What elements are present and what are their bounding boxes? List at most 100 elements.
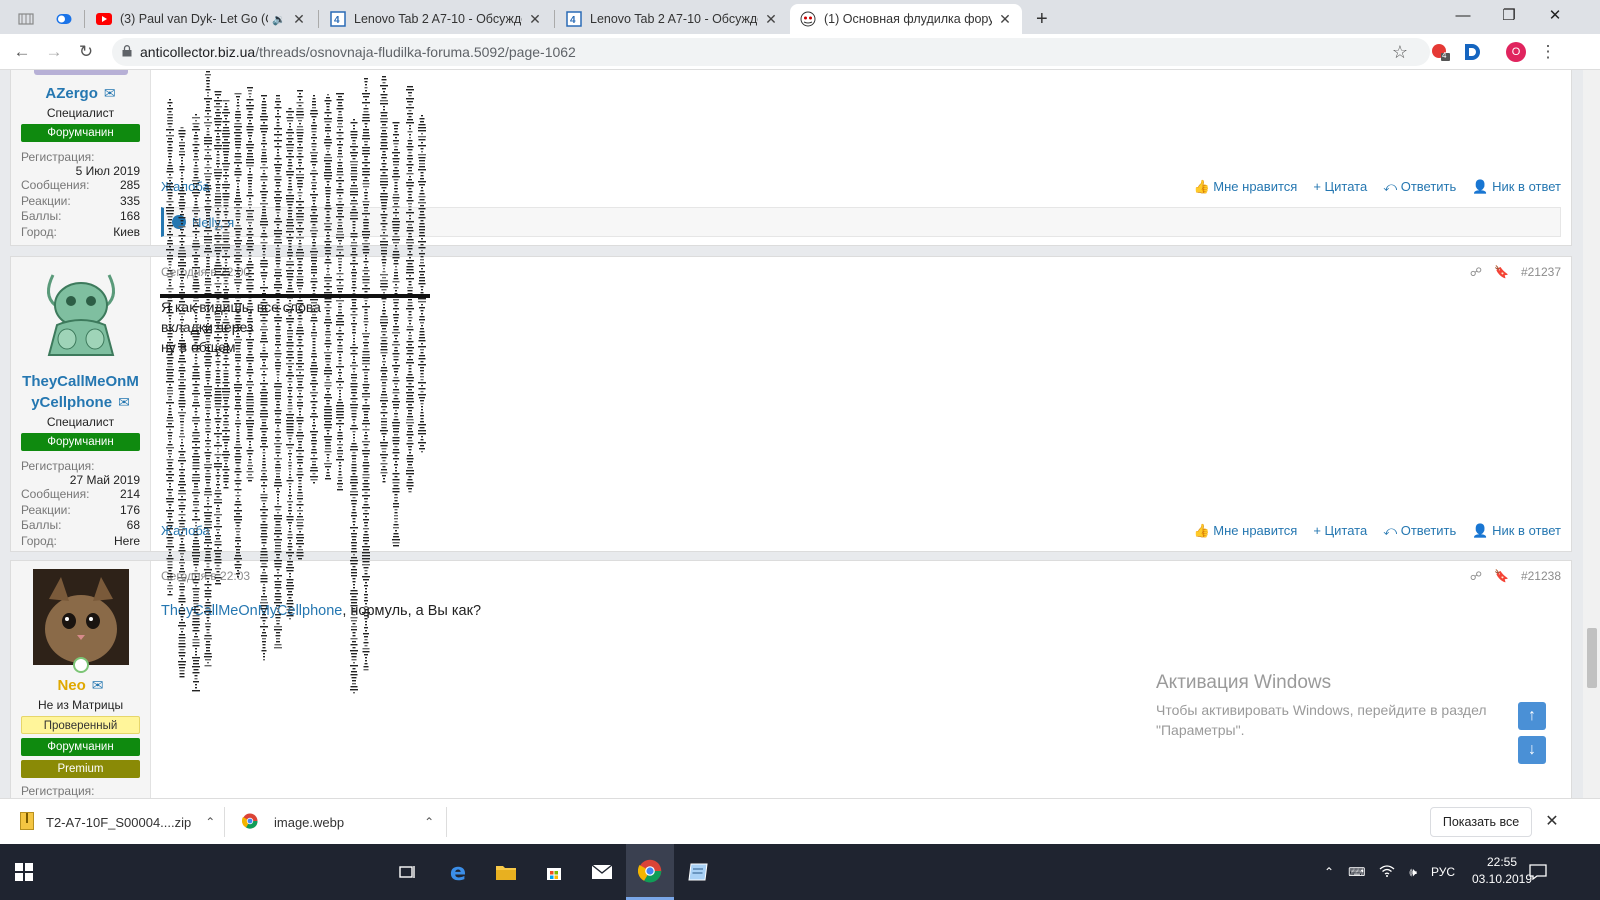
tab-lenovo-1[interactable]: 4 Lenovo Tab 2 A7-10 - Обсужден ✕ xyxy=(320,4,552,34)
complaint-link[interactable]: Жалоба xyxy=(161,523,210,538)
glitch-streak xyxy=(381,253,387,255)
profile-avatar[interactable]: O xyxy=(1504,40,1528,64)
quote-button[interactable]: + Цитата xyxy=(1313,179,1367,195)
wifi-icon[interactable] xyxy=(1379,864,1395,880)
close-tab-icon[interactable]: ✕ xyxy=(998,11,1012,28)
chevron-up-icon[interactable]: ⌃ xyxy=(1324,865,1334,879)
glitch-streak xyxy=(409,251,411,253)
nick-reply-button[interactable]: 👤 Ник в ответ xyxy=(1472,523,1561,539)
glitch-streak xyxy=(236,246,240,248)
avatar[interactable] xyxy=(32,569,129,673)
close-downloads-icon[interactable]: ✕ xyxy=(1540,809,1564,833)
user-stats: Регистрация: xyxy=(21,784,95,798)
restore-icon[interactable]: ❐ xyxy=(1486,0,1532,30)
envelope-icon[interactable]: ✉ xyxy=(104,83,116,104)
forum-icon xyxy=(800,11,816,27)
username-link[interactable]: AZergo xyxy=(45,85,98,102)
reload-icon[interactable]: ↻ xyxy=(74,40,98,64)
envelope-icon[interactable]: ✉ xyxy=(92,675,104,696)
envelope-icon[interactable]: ✉ xyxy=(118,392,130,413)
store-icon[interactable] xyxy=(530,844,578,900)
close-window-icon[interactable]: ✕ xyxy=(1532,0,1578,30)
url-host: anticollector.biz.ua xyxy=(140,44,256,60)
like-reaction-icon xyxy=(172,215,186,229)
complaint-link[interactable]: Жалоба xyxy=(161,179,210,194)
glitch-streak xyxy=(363,246,369,248)
scroll-up-button[interactable]: ↑ xyxy=(1518,702,1546,730)
keyboard-icon[interactable]: ⌨ xyxy=(1348,865,1365,879)
share-icon[interactable]: ☍ xyxy=(1470,569,1482,583)
avatar-image xyxy=(32,265,129,361)
glitch-streak xyxy=(168,555,172,557)
post-date[interactable]: Сегодня в 22:03 xyxy=(161,569,250,583)
page-scrollbar[interactable] xyxy=(1583,70,1600,810)
pinned-tab-2[interactable] xyxy=(46,4,82,34)
chevron-up-icon[interactable]: ⌃ xyxy=(424,815,434,829)
user-sidebar: AZergo ✉ Специалист Форумчанин Регистраци… xyxy=(11,70,151,245)
bookmark-star-icon[interactable]: ☆ xyxy=(1388,40,1412,64)
minimize-icon[interactable]: — xyxy=(1440,0,1486,30)
glitch-streak xyxy=(249,252,251,254)
post-actions: 👍 Мне нравится + Цитата ⤺ Ответить 👤 Ник… xyxy=(1193,179,1561,195)
reply-button[interactable]: ⤺ Ответить xyxy=(1383,179,1456,195)
avatar-image xyxy=(32,569,129,665)
show-all-downloads-button[interactable]: Показать все xyxy=(1430,807,1532,837)
tab-forum-active[interactable]: (1) Основная флудилка форума ✕ xyxy=(790,4,1022,34)
file-explorer-icon[interactable] xyxy=(482,844,530,900)
glitch-streak xyxy=(181,556,183,558)
bookmark-icon[interactable]: 🔖 xyxy=(1494,569,1509,583)
avatar[interactable] xyxy=(32,265,129,361)
scroll-down-button[interactable]: ↓ xyxy=(1518,736,1546,764)
notepad-app-icon[interactable] xyxy=(674,844,722,900)
task-view-icon[interactable] xyxy=(384,844,432,900)
back-icon[interactable]: ← xyxy=(10,40,34,64)
new-tab-button[interactable]: + xyxy=(1026,4,1062,34)
pinned-app-icon xyxy=(18,11,34,27)
notification-center-icon[interactable] xyxy=(1514,844,1562,900)
extension-adblock-icon[interactable]: 4 xyxy=(1428,40,1452,64)
quote-button[interactable]: + Цитата xyxy=(1313,523,1367,539)
windows-activation-watermark: Активация Windows Чтобы активировать Win… xyxy=(1156,672,1487,738)
reactions-bar[interactable]: Nelly, я xyxy=(161,207,1561,237)
forward-icon[interactable]: → xyxy=(42,40,66,64)
username-link[interactable]: Neo xyxy=(57,677,85,694)
glitch-streak xyxy=(381,250,387,252)
user-mention-link[interactable]: TheyCallMeOnMyCellphone xyxy=(161,603,342,619)
chevron-up-icon[interactable]: ⌃ xyxy=(205,815,215,829)
like-button[interactable]: 👍 Мне нравится xyxy=(1193,523,1297,539)
pinned-tab-1[interactable] xyxy=(8,4,44,34)
scrollbar-thumb[interactable] xyxy=(1587,628,1597,688)
mail-icon[interactable] xyxy=(578,844,626,900)
nick-reply-button[interactable]: 👤 Ник в ответ xyxy=(1472,179,1561,195)
share-icon[interactable]: ☍ xyxy=(1470,265,1482,279)
reply-button[interactable]: ⤺ Ответить xyxy=(1383,523,1456,539)
speaker-icon[interactable]: 🔉 xyxy=(272,13,286,26)
post-number[interactable]: #21238 xyxy=(1521,569,1561,583)
edge-icon[interactable]: e xyxy=(434,844,482,900)
username-link[interactable]: TheyCallMeOnM xyxy=(11,371,150,392)
bookmark-icon[interactable]: 🔖 xyxy=(1494,265,1509,279)
close-tab-icon[interactable]: ✕ xyxy=(764,11,778,28)
chrome-taskbar-icon[interactable] xyxy=(626,844,674,900)
windows-start-icon[interactable] xyxy=(0,844,48,900)
extension-d-icon[interactable] xyxy=(1460,40,1484,64)
avatar[interactable] xyxy=(33,70,128,75)
post-number[interactable]: #21237 xyxy=(1521,265,1561,279)
browser-toolbar: ← → ↻ anticollector.biz.ua/threads/osnov… xyxy=(0,34,1600,70)
download-item[interactable]: T2-A7-10F_S00004....zip ⌃ xyxy=(20,799,215,845)
volume-icon[interactable]: 🕪 xyxy=(1409,865,1417,880)
menu-kebab-icon[interactable]: ⋮ xyxy=(1536,40,1560,64)
close-tab-icon[interactable]: ✕ xyxy=(528,11,542,28)
chrome-icon xyxy=(241,813,258,832)
post-date[interactable]: Сегодня в 22:00 xyxy=(161,265,250,279)
address-bar[interactable]: anticollector.biz.ua/threads/osnovnaja-f… xyxy=(112,38,1430,66)
glitch-streak xyxy=(310,251,318,253)
username-link-continued[interactable]: yCellphone xyxy=(31,394,112,411)
input-language[interactable]: РУС xyxy=(1431,865,1455,879)
like-button[interactable]: 👍 Мне нравится xyxy=(1193,179,1297,195)
tab-lenovo-2[interactable]: 4 Lenovo Tab 2 A7-10 - Обсужден ✕ xyxy=(556,4,788,34)
download-item[interactable]: image.webp ⌃ xyxy=(241,799,434,845)
close-tab-icon[interactable]: ✕ xyxy=(292,11,306,28)
tab-youtube[interactable]: (3) Paul van Dyk- Let Go (Ori 🔉 ✕ xyxy=(86,4,316,34)
glitch-streak xyxy=(407,248,413,250)
